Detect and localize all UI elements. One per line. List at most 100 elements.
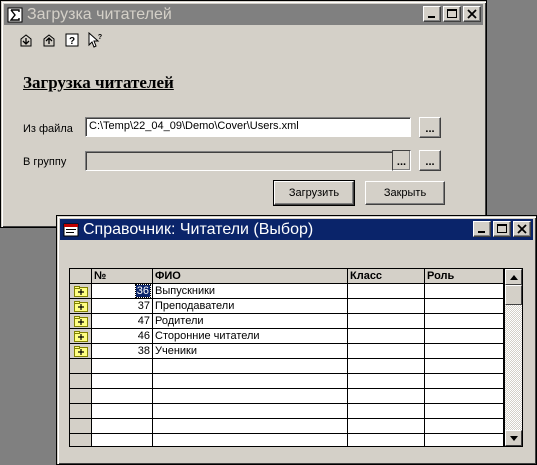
table-row[interactable]: 47 Родители (70, 314, 504, 329)
readers-table[interactable]: № ФИО Класс Роль 36 Выпускники 37 Преподава… (69, 268, 523, 447)
empty-cell (92, 404, 153, 419)
cell-number[interactable]: 37 (92, 299, 153, 314)
cell-name[interactable]: Ученики (153, 344, 348, 359)
help-icon[interactable]: ? (63, 31, 81, 49)
row-gutter (70, 389, 92, 404)
scroll-up-button[interactable] (505, 269, 522, 285)
empty-cell (425, 434, 504, 446)
group-input[interactable] (85, 151, 393, 171)
empty-cell (425, 404, 504, 419)
empty-cell (425, 374, 504, 389)
cell-number-value: 46 (137, 330, 150, 342)
minimize-icon (428, 16, 435, 18)
close-window-button[interactable] (463, 6, 481, 22)
upload-window-titlebar[interactable]: Загрузка читателей (4, 4, 483, 25)
empty-cell (92, 374, 153, 389)
empty-cell (425, 359, 504, 374)
cell-number[interactable]: 38 (92, 344, 153, 359)
empty-cell (153, 434, 348, 446)
row-gutter (70, 299, 92, 314)
cell-name[interactable]: Сторонние читатели (153, 329, 348, 344)
cell-class[interactable] (348, 344, 425, 359)
cell-number[interactable]: 36 (92, 284, 153, 299)
cell-class[interactable] (348, 314, 425, 329)
table-body: 36 Выпускники 37 Преподаватели 47 Родители 46 С… (70, 284, 504, 446)
directory-maximize-button[interactable] (493, 221, 511, 237)
cell-number-value: 38 (137, 345, 150, 357)
table-row[interactable]: 36 Выпускники (70, 284, 504, 299)
load-button[interactable]: Загрузить (273, 180, 355, 206)
empty-cell (153, 419, 348, 434)
minimize-button[interactable] (423, 6, 441, 22)
cell-class[interactable] (348, 284, 425, 299)
table-header: № ФИО Класс Роль (70, 269, 504, 284)
cell-role[interactable] (425, 329, 504, 344)
file-label: Из файла (23, 123, 73, 135)
upload-readers-window: Загрузка читателей ? ? Загрузка читателе… (0, 0, 487, 228)
cell-role[interactable] (425, 314, 504, 329)
empty-cell (153, 359, 348, 374)
group-label: В группу (23, 156, 67, 168)
close-icon (467, 9, 477, 19)
empty-table-row (70, 374, 504, 389)
folder-plus-icon[interactable] (73, 330, 88, 342)
table-row[interactable]: 46 Сторонние читатели (70, 329, 504, 344)
row-gutter (70, 434, 92, 446)
cell-number[interactable]: 47 (92, 314, 153, 329)
svg-text:?: ? (69, 36, 75, 47)
cell-name[interactable]: Выпускники (153, 284, 348, 299)
cell-number-value: 37 (137, 300, 150, 312)
column-header-role[interactable]: Роль (425, 269, 504, 284)
table-row[interactable]: 37 Преподаватели (70, 299, 504, 314)
directory-window-titlebar[interactable]: Справочник: Читатели (Выбор) (60, 219, 533, 240)
empty-cell (425, 389, 504, 404)
directory-close-button[interactable] (513, 221, 531, 237)
cell-number-value: 36 (134, 284, 152, 298)
maximize-button[interactable] (443, 6, 461, 22)
empty-cell (153, 404, 348, 419)
empty-table-row (70, 404, 504, 419)
folder-plus-icon[interactable] (73, 300, 88, 312)
row-gutter (70, 359, 92, 374)
empty-cell (92, 359, 153, 374)
folder-plus-icon[interactable] (73, 285, 88, 297)
cell-number-value: 47 (137, 315, 150, 327)
pointer-help-icon[interactable]: ? (86, 31, 104, 49)
scroll-thumb[interactable] (505, 285, 522, 305)
row-gutter (70, 329, 92, 344)
directory-minimize-button[interactable] (473, 221, 491, 237)
folder-plus-icon[interactable] (73, 315, 88, 327)
group-browse-button[interactable]: ... (419, 150, 441, 171)
import-icon[interactable] (17, 31, 35, 49)
directory-window-title: Справочник: Читатели (Выбор) (83, 220, 314, 238)
cell-name[interactable]: Родители (153, 314, 348, 329)
column-header-number[interactable]: № (92, 269, 153, 284)
export-icon[interactable] (40, 31, 58, 49)
table-vertical-scrollbar[interactable] (504, 269, 522, 446)
row-gutter-header (70, 269, 92, 284)
file-path-input[interactable]: C:\Temp\22_04_09\Demo\Cover\Users.xml (85, 117, 411, 137)
scroll-down-button[interactable] (505, 430, 522, 446)
minimize-icon (478, 231, 485, 233)
cell-class[interactable] (348, 299, 425, 314)
empty-table-row (70, 434, 504, 446)
file-browse-button[interactable]: ... (419, 117, 441, 138)
group-select-button[interactable]: ... (392, 150, 411, 171)
table-row[interactable]: 38 Ученики (70, 344, 504, 359)
close-button[interactable]: Закрыть (365, 181, 445, 205)
cell-number[interactable]: 46 (92, 329, 153, 344)
empty-cell (153, 389, 348, 404)
cell-role[interactable] (425, 344, 504, 359)
cell-class[interactable] (348, 329, 425, 344)
cell-name[interactable]: Преподаватели (153, 299, 348, 314)
form-heading: Загрузка читателей (23, 73, 174, 92)
cell-role[interactable] (425, 284, 504, 299)
cell-role[interactable] (425, 299, 504, 314)
empty-cell (348, 389, 425, 404)
empty-cell (153, 374, 348, 389)
column-header-class[interactable]: Класс (348, 269, 425, 284)
column-header-name[interactable]: ФИО (153, 269, 348, 284)
folder-plus-icon[interactable] (73, 345, 88, 357)
arrow-up-icon (509, 274, 518, 280)
svg-text:?: ? (98, 34, 102, 41)
